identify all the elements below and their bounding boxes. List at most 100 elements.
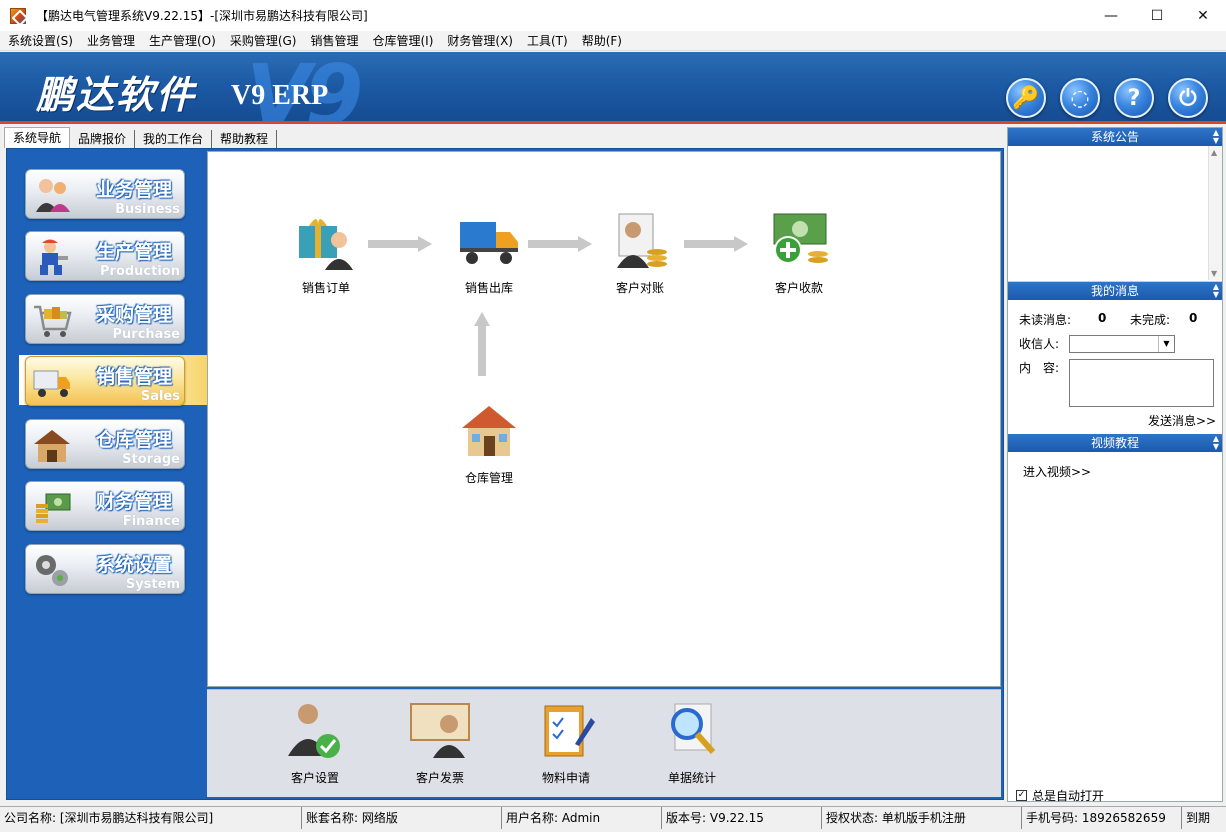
nav-storage[interactable]: 仓库管理 Storage <box>25 419 185 469</box>
quick-customer-setting-label: 客户设置 <box>290 771 339 785</box>
quick-document-stats-label: 单据统计 <box>667 771 716 785</box>
nav-finance-sub: Finance <box>122 514 180 529</box>
menu-sales[interactable]: 销售管理 <box>303 31 365 51</box>
unread-label: 未读消息: <box>1019 313 1072 327</box>
notice-header[interactable]: 系统公告 ▲ ▼ <box>1008 128 1222 146</box>
title-bar: 【鹏达电气管理系统V9.22.15】-[深圳市易鹏达科技有限公司] — ☐ ✕ <box>0 0 1226 31</box>
quick-material-request[interactable]: 物料申请 <box>526 700 606 786</box>
clipboard-icon <box>544 705 595 757</box>
notice-title: 系统公告 <box>1090 130 1139 144</box>
magnifier-icon <box>671 703 716 754</box>
menu-production[interactable]: 生产管理(O) <box>142 31 223 51</box>
flow-customer-reconcile[interactable]: 客户对账 <box>595 212 685 296</box>
gift-order-icon <box>299 219 353 270</box>
tax-statement-icon <box>617 213 667 268</box>
flow-sales-out[interactable]: 销售出库 <box>444 212 534 296</box>
quick-customer-invoice[interactable]: 客户发票 <box>400 700 480 786</box>
menu-help[interactable]: 帮助(F) <box>575 31 629 51</box>
support-icon[interactable]: ◌ <box>1060 78 1100 118</box>
message-content-input[interactable] <box>1069 359 1214 407</box>
recipient-select[interactable]: ▼ <box>1069 335 1175 353</box>
collapse-arrows-icon[interactable]: ▲ ▼ <box>1213 129 1219 145</box>
video-header[interactable]: 视频教程 ▲ ▼ <box>1008 434 1222 452</box>
video-content: 进入视频>> <box>1008 452 1222 782</box>
nav-system-sub: System <box>125 577 180 592</box>
warehouse-icon <box>34 430 70 462</box>
business-people-icon <box>36 179 70 212</box>
status-user: 用户名称: Admin <box>502 807 662 829</box>
tab-my-workbench[interactable]: 我的工作台 <box>135 130 213 148</box>
nav-sales[interactable]: 销售管理 Sales <box>25 356 185 406</box>
right-panel: 系统公告 ▲ ▼ ▲ ▼ 我的消息 ▲ ▼ 未读消息: 0 未完成: 0 收信人: … <box>1007 127 1223 804</box>
help-icon[interactable]: ? <box>1114 78 1154 118</box>
flow-customer-receipt[interactable]: 客户收款 <box>754 212 844 296</box>
quick-customer-setting[interactable]: 客户设置 <box>275 700 355 786</box>
banner-buttons: 🔑 ◌ ? ⏻ <box>1006 78 1208 118</box>
nav-purchase-sub: Purchase <box>112 327 180 342</box>
menu-finance[interactable]: 财务管理(X) <box>440 31 520 51</box>
auto-open-checkbox[interactable]: ✓ <box>1016 790 1027 801</box>
flow-warehouse[interactable]: 仓库管理 <box>444 402 534 486</box>
window-controls: — ☐ ✕ <box>1088 0 1226 31</box>
invoice-icon <box>410 703 470 758</box>
nav-system[interactable]: 系统设置 System <box>25 544 185 594</box>
flow-sales-order[interactable]: 销售订单 <box>281 212 371 296</box>
nav-storage-label: 仓库管理 <box>96 429 173 451</box>
menu-system-settings[interactable]: 系统设置(S) <box>0 31 80 51</box>
status-version: 版本号: V9.22.15 <box>662 807 822 829</box>
nav-business[interactable]: 业务管理 Business <box>25 169 185 219</box>
power-icon[interactable]: ⏻ <box>1168 78 1208 118</box>
quick-customer-invoice-label: 客户发票 <box>415 771 464 785</box>
flow-sales-order-label: 销售订单 <box>301 281 350 295</box>
worker-icon <box>40 239 68 275</box>
brand-logo: 鹏达软件 <box>36 72 197 117</box>
quick-document-stats[interactable]: 单据统计 <box>652 700 732 786</box>
menu-purchase[interactable]: 采购管理(G) <box>223 31 304 51</box>
tab-system-nav[interactable]: 系统导航 <box>4 127 71 148</box>
main-frame: 业务管理 Business 生产管理 Production 采购管理 Purch… <box>6 148 1004 800</box>
auto-open-option[interactable]: ✓ 总是自动打开 <box>1016 787 1104 804</box>
minimize-button[interactable]: — <box>1088 0 1134 31</box>
truck-icon <box>460 222 518 264</box>
status-account: 账套名称: 网络版 <box>302 807 502 829</box>
arrow-right-icon <box>368 236 432 252</box>
tab-brand-quote[interactable]: 品牌报价 <box>70 130 136 148</box>
quick-material-request-label: 物料申请 <box>541 771 590 785</box>
messages-content: 未读消息: 0 未完成: 0 收信人: ▼ 内 容: 发送消息>> <box>1008 300 1222 434</box>
nav-production-label: 生产管理 <box>96 241 173 263</box>
notice-scrollbar[interactable]: ▲ ▼ <box>1208 146 1222 280</box>
nav-business-label: 业务管理 <box>96 179 173 201</box>
app-icon <box>10 7 26 24</box>
unread-count: 0 <box>1098 311 1107 325</box>
undone-label: 未完成: <box>1130 313 1171 327</box>
collapse-arrows-icon[interactable]: ▲ ▼ <box>1213 435 1219 451</box>
enter-video-link[interactable]: 进入视频>> <box>1023 463 1091 480</box>
close-button[interactable]: ✕ <box>1180 0 1226 31</box>
status-expiry: 到期 <box>1186 811 1211 825</box>
send-message-link[interactable]: 发送消息>> <box>1148 412 1216 429</box>
sales-flow-area: 销售订单 销售出库 客户对账 客户收款 仓库管理 <box>207 151 1001 687</box>
collapse-arrows-icon[interactable]: ▲ ▼ <box>1213 283 1219 299</box>
tab-help-tutorial[interactable]: 帮助教程 <box>212 130 278 148</box>
menu-business[interactable]: 业务管理 <box>80 31 142 51</box>
chevron-down-icon[interactable]: ▼ <box>1158 336 1174 352</box>
nav-system-label: 系统设置 <box>96 554 173 576</box>
money-icon <box>36 493 71 523</box>
key-icon[interactable]: 🔑 <box>1006 78 1046 118</box>
nav-finance-label: 财务管理 <box>96 491 173 513</box>
messages-header[interactable]: 我的消息 ▲ ▼ <box>1008 282 1222 300</box>
truck-icon <box>33 370 70 397</box>
scroll-up-icon[interactable]: ▲ <box>1211 148 1217 157</box>
arrow-right-icon <box>684 236 748 252</box>
nav-storage-sub: Storage <box>122 452 180 467</box>
menu-warehouse[interactable]: 仓库管理(I) <box>366 31 441 51</box>
recipient-label: 收信人: <box>1019 337 1060 351</box>
flow-warehouse-label: 仓库管理 <box>464 471 513 485</box>
maximize-button[interactable]: ☐ <box>1134 0 1180 31</box>
nav-purchase[interactable]: 采购管理 Purchase <box>25 294 185 344</box>
house-icon <box>462 406 516 456</box>
nav-production[interactable]: 生产管理 Production <box>25 231 185 281</box>
scroll-down-icon[interactable]: ▼ <box>1211 269 1217 278</box>
nav-finance[interactable]: 财务管理 Finance <box>25 481 185 531</box>
menu-tools[interactable]: 工具(T) <box>520 31 575 51</box>
